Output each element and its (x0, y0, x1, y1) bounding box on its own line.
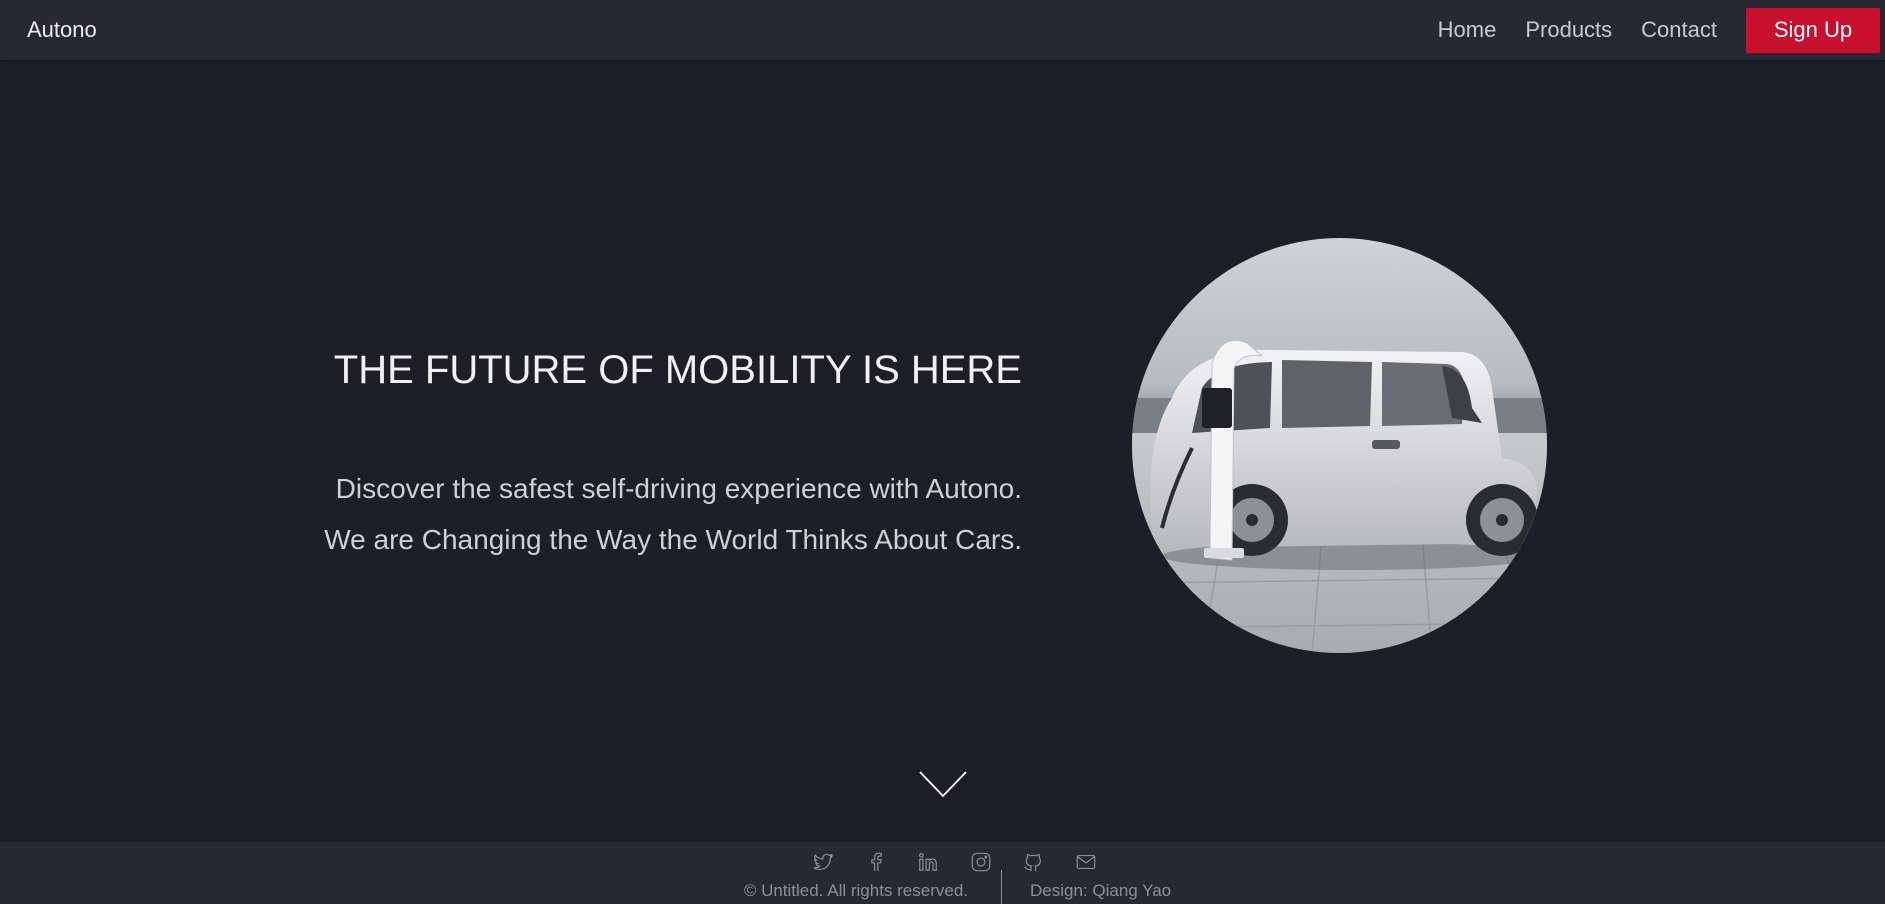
signup-button[interactable]: Sign Up (1746, 7, 1880, 53)
linkedin-icon[interactable] (917, 851, 939, 873)
social-links (812, 851, 1127, 873)
nav-links: Home Products Contact Sign Up (1438, 7, 1880, 53)
hero-title: THE FUTURE OF MOBILITY IS HERE (333, 348, 1022, 392)
chevron-down-icon (919, 771, 967, 798)
car-illustration (1132, 238, 1547, 653)
hero-line-1: Discover the safest self-driving experie… (335, 473, 1022, 504)
hero-description: Discover the safest self-driving experie… (324, 463, 1022, 565)
hero-line-2: We are Changing the Way the World Thinks… (324, 524, 1022, 555)
footer-divider (1001, 870, 1002, 904)
brand-logo[interactable]: Autono (27, 17, 97, 43)
nav-products-link[interactable]: Products (1525, 17, 1612, 43)
facebook-icon[interactable] (865, 851, 887, 873)
electric-car-image (1132, 238, 1547, 653)
email-icon[interactable] (1075, 851, 1097, 873)
design-credit: Design: Qiang Yao (1030, 881, 1172, 900)
twitter-icon[interactable] (812, 851, 834, 873)
nav-contact-link[interactable]: Contact (1641, 17, 1717, 43)
nav-home-link[interactable]: Home (1438, 17, 1497, 43)
navbar: Autono Home Products Contact Sign Up (0, 0, 1885, 60)
github-icon[interactable] (1022, 851, 1044, 873)
instagram-icon[interactable] (970, 851, 992, 873)
footer: © Untitled. All rights reserved. Design:… (0, 842, 1885, 904)
scroll-down-button[interactable] (919, 770, 967, 798)
copyright-text: © Untitled. All rights reserved. (743, 881, 968, 900)
